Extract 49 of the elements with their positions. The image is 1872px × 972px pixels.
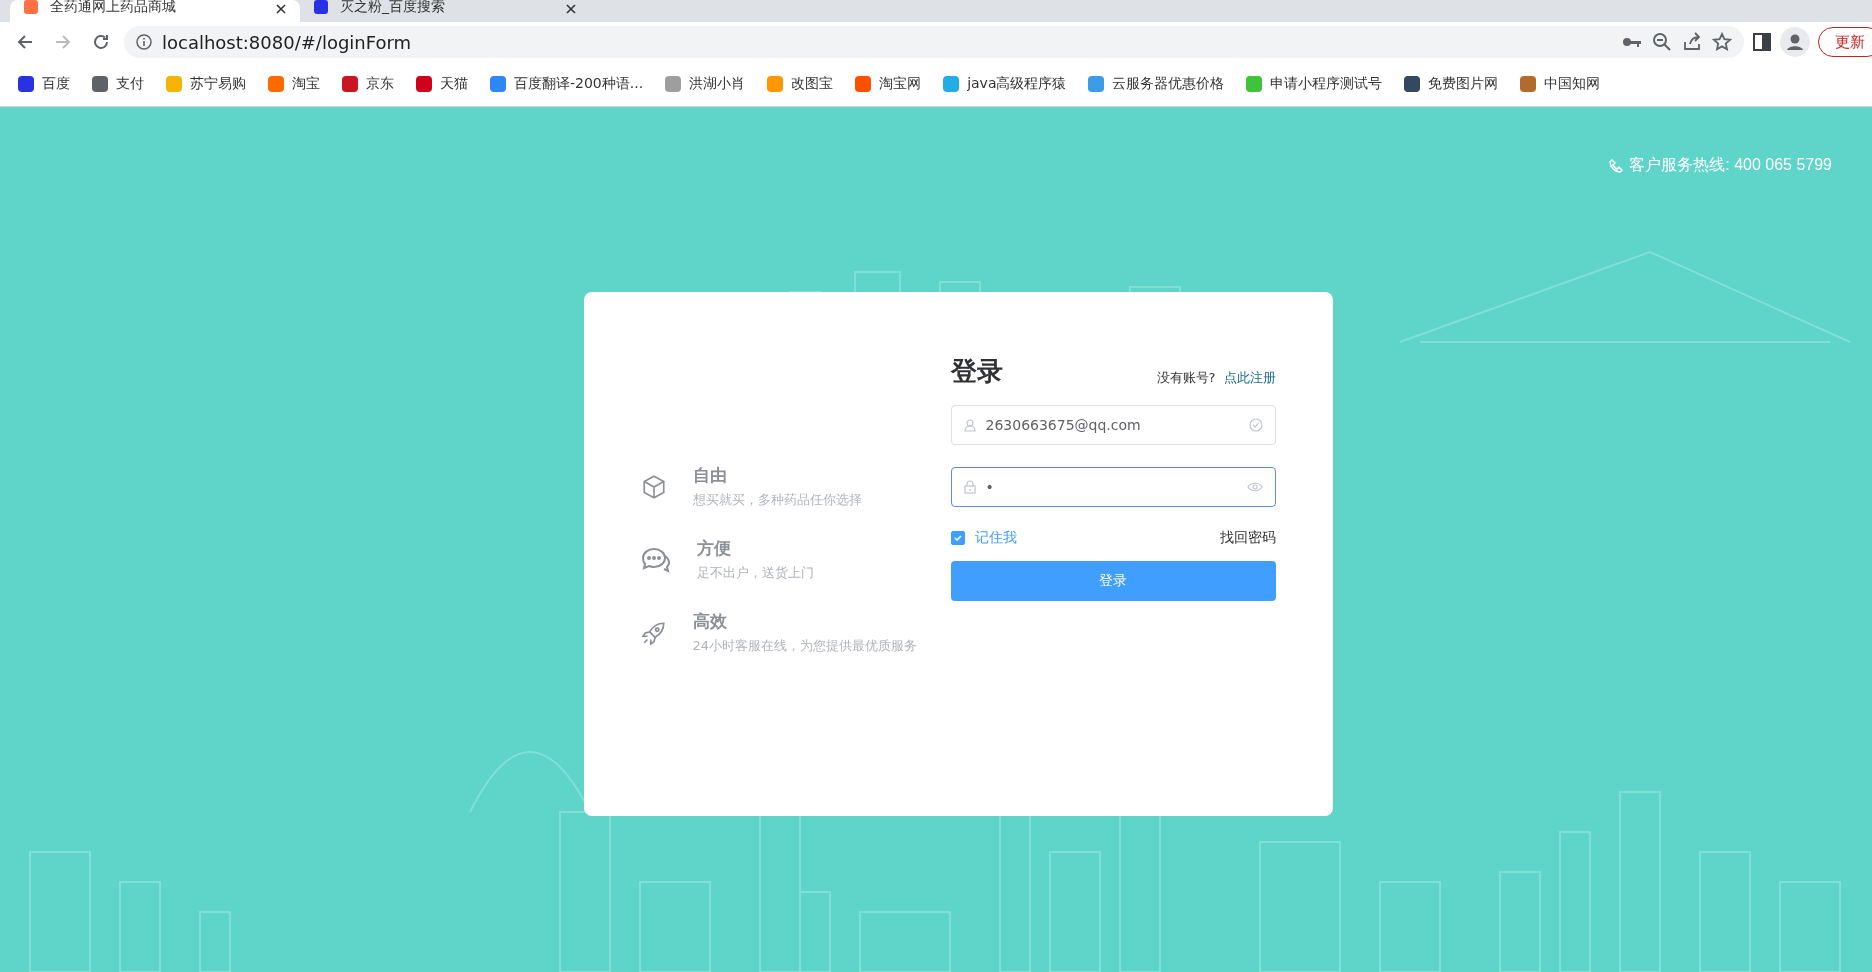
close-icon[interactable]: [566, 4, 576, 14]
feature-description: 24小时客服在线，为您提供最优质服务: [692, 637, 918, 655]
profile-avatar-icon[interactable]: [1780, 27, 1810, 57]
side-panel-icon[interactable]: [1752, 32, 1772, 52]
user-icon: [963, 418, 976, 432]
check-circle-icon: [1248, 418, 1263, 432]
star-icon[interactable]: [1712, 32, 1732, 52]
bookmark-item[interactable]: 淘宝网: [855, 75, 922, 93]
close-icon[interactable]: [276, 4, 286, 14]
zoom-out-icon[interactable]: [1652, 32, 1672, 52]
feature-title: 高效: [692, 610, 728, 633]
checkmark-icon: [952, 533, 963, 543]
share-icon[interactable]: [1682, 32, 1702, 52]
bookmark-item[interactable]: 中国知网: [1520, 75, 1601, 93]
bookmark-item[interactable]: 申请小程序测试号: [1246, 75, 1383, 93]
bookmark-item[interactable]: 苏宁易购: [166, 75, 246, 93]
bookmark-item[interactable]: 洪湖小肖: [665, 75, 746, 93]
bookmark-item[interactable]: java高级程序猿: [943, 75, 1067, 93]
phone-icon: [1609, 158, 1624, 173]
no-account-text: 没有账号?: [1156, 369, 1216, 387]
bookmark-item[interactable]: 改图宝: [767, 75, 834, 93]
bookmark-item[interactable]: 免费图片网: [1404, 75, 1499, 93]
hotline-text: 客户服务热线: 400 065 5799: [1609, 155, 1832, 176]
rocket-icon: [640, 619, 667, 646]
bookmark-item[interactable]: 百度: [18, 75, 70, 93]
password-field[interactable]: •: [950, 467, 1276, 507]
feature-title: 方便: [696, 537, 732, 560]
cube-icon: [640, 473, 667, 500]
info-icon: [136, 34, 152, 50]
bookmark-item[interactable]: 天猫: [416, 75, 468, 93]
update-button[interactable]: 更新: [1818, 27, 1872, 57]
lock-icon: [963, 480, 976, 494]
login-title: 登录: [950, 355, 1003, 388]
feature-description: 足不出户，送货上门: [696, 564, 814, 582]
chat-bubbles-icon: [640, 546, 671, 573]
username-field[interactable]: 2630663675@qq.com: [950, 405, 1276, 445]
feature-title: 自由: [692, 464, 728, 487]
key-icon[interactable]: [1622, 35, 1642, 49]
bookmark-item[interactable]: 淘宝: [268, 75, 320, 93]
address-bar[interactable]: localhost:8080/#/loginForm: [124, 26, 1744, 58]
feature-description: 想买就买，多种药品任你选择: [692, 491, 862, 509]
remember-checkbox[interactable]: [950, 531, 965, 545]
browser-tab[interactable]: 全药通网上药品商城: [10, 0, 300, 22]
bookmark-item[interactable]: 京东: [342, 75, 394, 93]
forgot-password-link[interactable]: 找回密码: [1219, 529, 1276, 547]
bookmark-item[interactable]: 云服务器优惠价格: [1088, 75, 1225, 93]
register-link[interactable]: 点此注册: [1223, 369, 1276, 387]
bookmark-item[interactable]: 支付: [92, 75, 144, 93]
bookmark-item[interactable]: 百度翻译-200种语...: [490, 75, 644, 93]
